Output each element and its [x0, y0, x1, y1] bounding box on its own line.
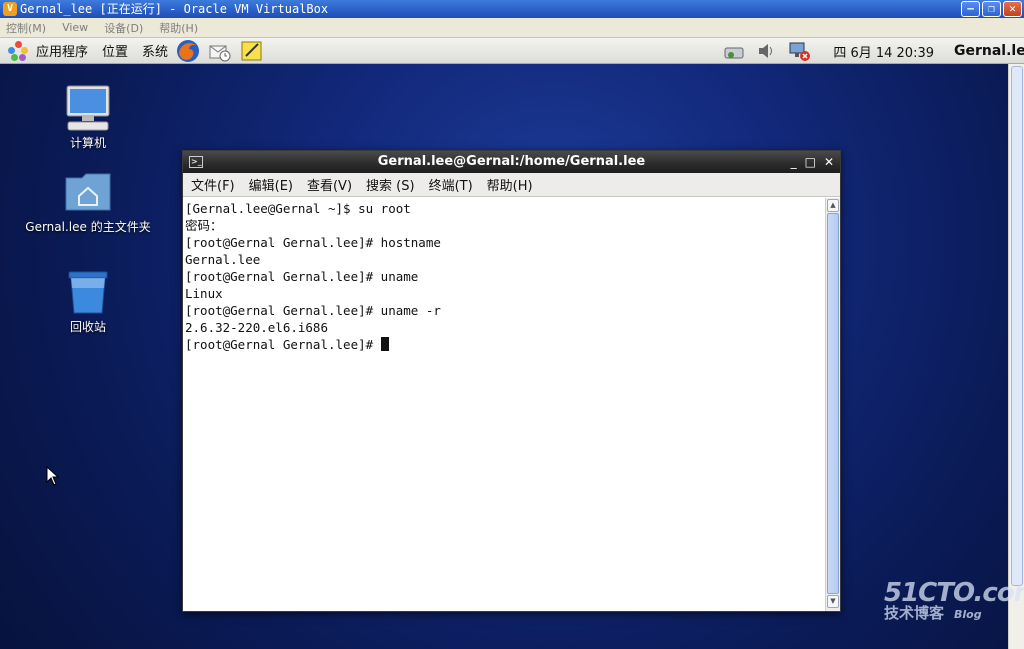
terminal-title: Gernal.lee@Gernal:/home/Gernal.lee — [377, 154, 646, 169]
window-title: Gernal_lee [正在运行] - Oracle VM VirtualBox — [20, 2, 329, 16]
terminal-line: [root@Gernal Gernal.lee]# uname -r — [185, 303, 441, 318]
network-disconnected-icon[interactable] — [787, 40, 811, 62]
trash-icon — [64, 268, 112, 316]
menu-view[interactable]: View — [62, 21, 88, 34]
terminal-prompt: [root@Gernal Gernal.lee]# — [185, 337, 381, 352]
minimize-button[interactable]: – — [961, 1, 980, 17]
terminal-scrollbar[interactable]: ▲ ▼ — [825, 198, 840, 611]
desktop-icon-label: Gernal.lee 的主文件夹 — [25, 220, 151, 234]
menu-search[interactable]: 搜索 (S) — [366, 175, 415, 194]
terminal-prompt-line: [root@Gernal Gernal.lee]# — [185, 336, 825, 353]
text-cursor — [380, 337, 389, 351]
menu-file[interactable]: 文件(F) — [191, 175, 235, 194]
menu-view[interactable]: 查看(V) — [307, 175, 352, 194]
terminal-scroll-thumb[interactable] — [827, 213, 839, 594]
terminal-titlebar[interactable]: >_ Gernal.lee@Gernal:/home/Gernal.lee _ … — [183, 151, 840, 173]
restore-button[interactable]: ❐ — [982, 1, 1001, 17]
terminal-menubar: 文件(F) 编辑(E) 查看(V) 搜索 (S) 终端(T) 帮助(H) — [183, 173, 840, 197]
menu-help[interactable]: 帮助(H) — [487, 175, 533, 194]
user-menu[interactable]: Gernal.lee — [954, 43, 1024, 59]
clock[interactable]: 四 6月 14 20:39 — [833, 42, 934, 61]
menu-terminal[interactable]: 终端(T) — [429, 175, 473, 194]
scroll-up-arrow-icon[interactable]: ▲ — [827, 199, 839, 212]
terminal-minimize-button[interactable]: _ — [791, 151, 797, 173]
terminal-line: 密码： — [185, 218, 223, 233]
virtualbox-icon: V — [3, 2, 17, 16]
close-button[interactable]: ✕ — [1003, 1, 1022, 17]
desktop-icon-label: 回收站 — [69, 320, 106, 334]
vbox-titlebar: V Gernal_lee [正在运行] - Oracle VM VirtualB… — [0, 0, 1024, 18]
menu-edit[interactable]: 编辑(E) — [249, 175, 293, 194]
terminal-window: >_ Gernal.lee@Gernal:/home/Gernal.lee _ … — [182, 150, 841, 612]
terminal-line: [root@Gernal Gernal.lee]# uname — [185, 269, 419, 284]
desktop-icon-label: 计算机 — [69, 136, 106, 150]
desktop-icon-computer[interactable]: 计算机 — [23, 84, 153, 151]
terminal-line: [root@Gernal Gernal.lee]# hostname — [185, 235, 441, 250]
gnome-top-panel: 应用程序 位置 系统 四 6月 14 20:39 Gernal.le — [0, 38, 1024, 64]
watermark-sub: 技术博客 — [884, 604, 945, 622]
menu-devices[interactable]: 设备(D) — [104, 20, 143, 36]
volume-icon[interactable] — [755, 40, 779, 62]
window-controls: – ❐ ✕ — [961, 1, 1022, 17]
network-manager-icon[interactable] — [723, 40, 747, 62]
home-folder-icon — [64, 168, 112, 216]
terminal-close-button[interactable]: ✕ — [824, 151, 834, 173]
desktop-icon-home[interactable]: Gernal.lee 的主文件夹 — [23, 168, 153, 235]
menu-applications[interactable]: 应用程序 — [36, 41, 88, 60]
terminal-line: Linux — [185, 286, 223, 301]
terminal-line: [Gernal.lee@Gernal ~]$ su root — [185, 201, 411, 216]
system-tray: 四 6月 14 20:39 Gernal.lee — [715, 38, 1024, 64]
mouse-pointer-icon — [46, 465, 60, 490]
menu-control[interactable]: 控制(M) — [6, 20, 46, 36]
computer-icon — [64, 84, 112, 132]
terminal-icon: >_ — [189, 156, 203, 168]
terminal-output[interactable]: [Gernal.lee@Gernal ~]$ su root 密码： [root@G… — [183, 198, 825, 611]
mail-icon[interactable] — [208, 39, 232, 63]
desktop-icon-trash[interactable]: 回收站 — [23, 268, 153, 335]
gnome-foot-icon — [8, 40, 28, 61]
host-vertical-scrollbar[interactable] — [1008, 64, 1024, 649]
terminal-line: Gernal.lee — [185, 252, 261, 267]
menu-help[interactable]: 帮助(H) — [159, 20, 198, 36]
watermark: 51CTO.com 技术博客Blog — [884, 578, 1024, 623]
menu-places[interactable]: 位置 — [102, 41, 128, 60]
menu-system[interactable]: 系统 — [142, 41, 168, 60]
notes-icon[interactable] — [240, 39, 264, 63]
terminal-maximize-button[interactable]: □ — [805, 151, 816, 173]
terminal-line: 2.6.32-220.el6.i686 — [185, 320, 328, 335]
vbox-menubar: 控制(M) View 设备(D) 帮助(H) — [0, 18, 1024, 38]
scroll-down-arrow-icon[interactable]: ▼ — [827, 595, 839, 608]
watermark-blog: Blog — [954, 608, 982, 621]
host-scroll-thumb[interactable] — [1011, 66, 1023, 586]
firefox-icon[interactable] — [176, 39, 200, 63]
